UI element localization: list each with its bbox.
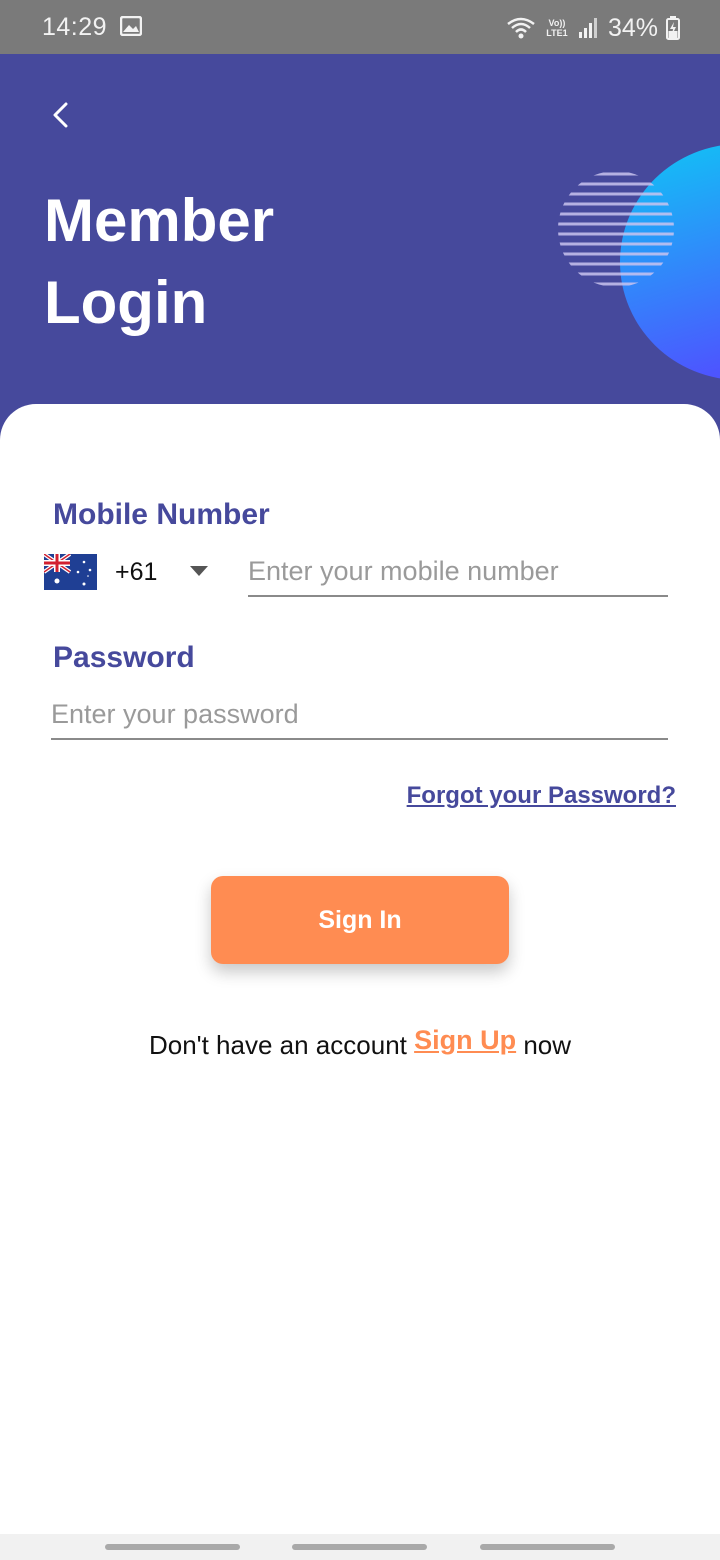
australia-flag-icon[interactable] (44, 554, 97, 590)
sign-up-link[interactable]: Sign Up (414, 1025, 516, 1055)
country-dropdown-icon[interactable] (190, 566, 208, 576)
status-bar: 14:29 Vo)) LTE1 34% (0, 0, 720, 54)
mobile-number-input[interactable] (248, 556, 668, 597)
nav-home-handle[interactable] (292, 1544, 427, 1550)
sign-in-button[interactable]: Sign In (211, 876, 509, 964)
signup-suffix-text: now (523, 1030, 572, 1060)
password-input[interactable] (51, 699, 668, 740)
country-code[interactable]: +61 (115, 558, 157, 587)
battery-charging-icon (666, 16, 680, 40)
page-title: Member Login (44, 180, 274, 344)
nav-back-handle[interactable] (480, 1544, 615, 1550)
nav-recents-handle[interactable] (105, 1544, 240, 1550)
signup-prefix-text: Don't have an account (148, 1030, 407, 1060)
back-chevron-icon[interactable] (44, 98, 78, 132)
battery-percent: 34% (607, 13, 658, 42)
status-indicators: Vo)) LTE1 34% (506, 12, 680, 44)
mobile-number-label: Mobile Number (53, 498, 270, 531)
system-nav-bar (0, 1534, 720, 1560)
signup-prompt: Don't have an account Sign Up now (0, 1025, 720, 1061)
password-label: Password (53, 641, 195, 674)
wifi-icon (507, 17, 535, 39)
forgot-password-link[interactable]: Forgot your Password? (407, 782, 676, 810)
page-title-line1: Member (44, 187, 275, 254)
image-icon (120, 16, 142, 36)
page-title-line2: Login (44, 269, 208, 336)
network-label: Vo)) LTE1 (546, 18, 568, 38)
signal-icon (578, 18, 597, 38)
status-time: 14:29 (42, 13, 108, 41)
